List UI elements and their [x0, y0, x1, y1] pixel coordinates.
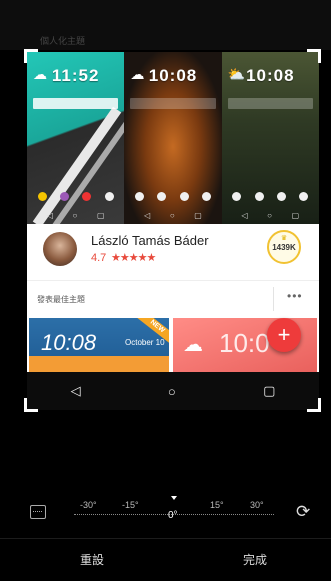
- dock-icons: [128, 192, 217, 201]
- mini-nav: ◁ ○ ▢: [241, 211, 300, 220]
- status-area: 個人化主題: [0, 0, 331, 50]
- reset-button[interactable]: 重設: [80, 551, 104, 568]
- tick-label: -15°: [122, 500, 139, 510]
- done-button[interactable]: 完成: [243, 551, 267, 568]
- tick-label: -30°: [80, 500, 97, 510]
- rotation-ruler[interactable]: -30° -15° 0° 15° 30° ⟳: [0, 490, 331, 534]
- dock-icons: [226, 192, 315, 201]
- search-bar: [227, 98, 313, 109]
- theme-preview-1: ☁ 11:52 ◁ ○ ▢: [27, 52, 125, 224]
- search-bar: [33, 98, 119, 109]
- home-icon: ○: [167, 383, 176, 399]
- crop-handle-bottom-right[interactable]: [307, 398, 321, 412]
- mini-nav: ◁ ○ ▢: [46, 211, 105, 220]
- tick-label: 30°: [250, 500, 264, 510]
- preview-navigation-bar: ◁ ○ ▢: [27, 372, 319, 410]
- dock-icons: [31, 192, 120, 201]
- card-clock: 10:0: [219, 328, 270, 358]
- star-rating-icon: ★★★★★: [111, 252, 156, 264]
- section-title: 發表最佳主題: [37, 295, 85, 304]
- crop-preview[interactable]: ☁ 11:52 ◁ ○ ▢ ☁ 10:08 ◁ ○ ▢ ⛅ 10:08 ◁ ○ ▢ Lász…: [27, 52, 319, 410]
- ruler-center-marker: [171, 496, 177, 500]
- cloud-icon: ☁: [183, 334, 203, 356]
- card-date: October 10: [125, 338, 165, 347]
- section-header: 發表最佳主題 •••: [27, 280, 319, 316]
- back-icon: ◁: [70, 383, 81, 398]
- screen-title: 個人化主題: [40, 36, 86, 46]
- more-icon[interactable]: •••: [287, 289, 303, 303]
- crown-icon: ♛: [280, 235, 288, 242]
- add-fab-button[interactable]: +: [267, 318, 301, 352]
- rotate-icon[interactable]: ⟳: [296, 502, 310, 522]
- clock-text: 10:08: [246, 66, 295, 85]
- author-card[interactable]: László Tamás Báder 4.7 ★★★★★ ♛ 1439K: [27, 224, 319, 280]
- theme-preview-strip: ☁ 11:52 ◁ ○ ▢ ☁ 10:08 ◁ ○ ▢ ⛅ 10:08 ◁ ○ ▢: [27, 52, 319, 224]
- theme-preview-3: ⛅ 10:08 ◁ ○ ▢: [221, 52, 319, 224]
- clock-text: 10:08: [148, 66, 198, 85]
- tick-label: 15°: [210, 500, 224, 510]
- rotation-value: 0°: [168, 510, 178, 521]
- download-badge: ♛ 1439K: [267, 230, 301, 264]
- search-bar: [130, 98, 216, 109]
- crop-handle-bottom-left[interactable]: [24, 398, 38, 412]
- crop-handle-top-right[interactable]: [307, 49, 321, 63]
- aspect-ratio-icon[interactable]: [30, 505, 46, 519]
- bottom-action-bar: 重設 完成: [0, 538, 331, 581]
- card-clock: 10:08: [41, 330, 97, 355]
- avatar: [43, 232, 77, 266]
- rating-value: 4.7: [91, 252, 107, 264]
- mini-nav: ◁ ○ ▢: [144, 211, 202, 220]
- clock-text: 11:52: [51, 66, 100, 85]
- theme-preview-2: ☁ 10:08 ◁ ○ ▢: [124, 52, 222, 224]
- divider: [273, 287, 274, 311]
- theme-card[interactable]: 10:08 October 10 NEW: [29, 318, 169, 372]
- author-name: László Tamás Báder: [91, 233, 209, 248]
- download-count: 1439K: [272, 243, 296, 252]
- crop-handle-top-left[interactable]: [24, 49, 38, 63]
- recent-apps-icon: ▢: [263, 383, 276, 398]
